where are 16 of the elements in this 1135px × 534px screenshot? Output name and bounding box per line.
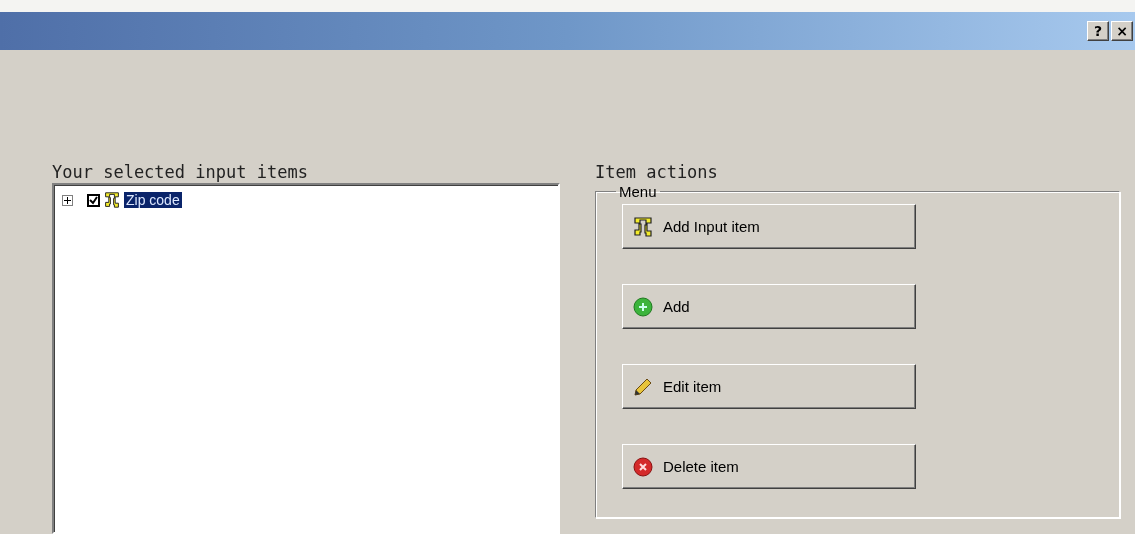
expand-icon[interactable]	[62, 194, 73, 206]
checkbox[interactable]	[87, 193, 100, 207]
close-button[interactable]: ×	[1111, 21, 1133, 41]
add-button[interactable]: Add	[622, 284, 916, 329]
tree-item[interactable]: Zip code	[124, 192, 182, 208]
panel-title: Item actions	[595, 162, 719, 183]
pencil-icon	[633, 376, 653, 397]
add-input-button[interactable]: Add Input item	[622, 204, 916, 249]
edit-button[interactable]: Edit item	[622, 364, 916, 409]
plus-circle-icon	[633, 296, 653, 317]
tree-view[interactable]: Zip code	[52, 183, 560, 534]
help-button[interactable]: ?	[1087, 21, 1109, 41]
delete-button[interactable]: Delete item	[622, 444, 916, 489]
group-label: Menu	[618, 183, 658, 200]
panel-title: Your selected input items	[52, 162, 309, 183]
delete-icon	[633, 456, 653, 477]
